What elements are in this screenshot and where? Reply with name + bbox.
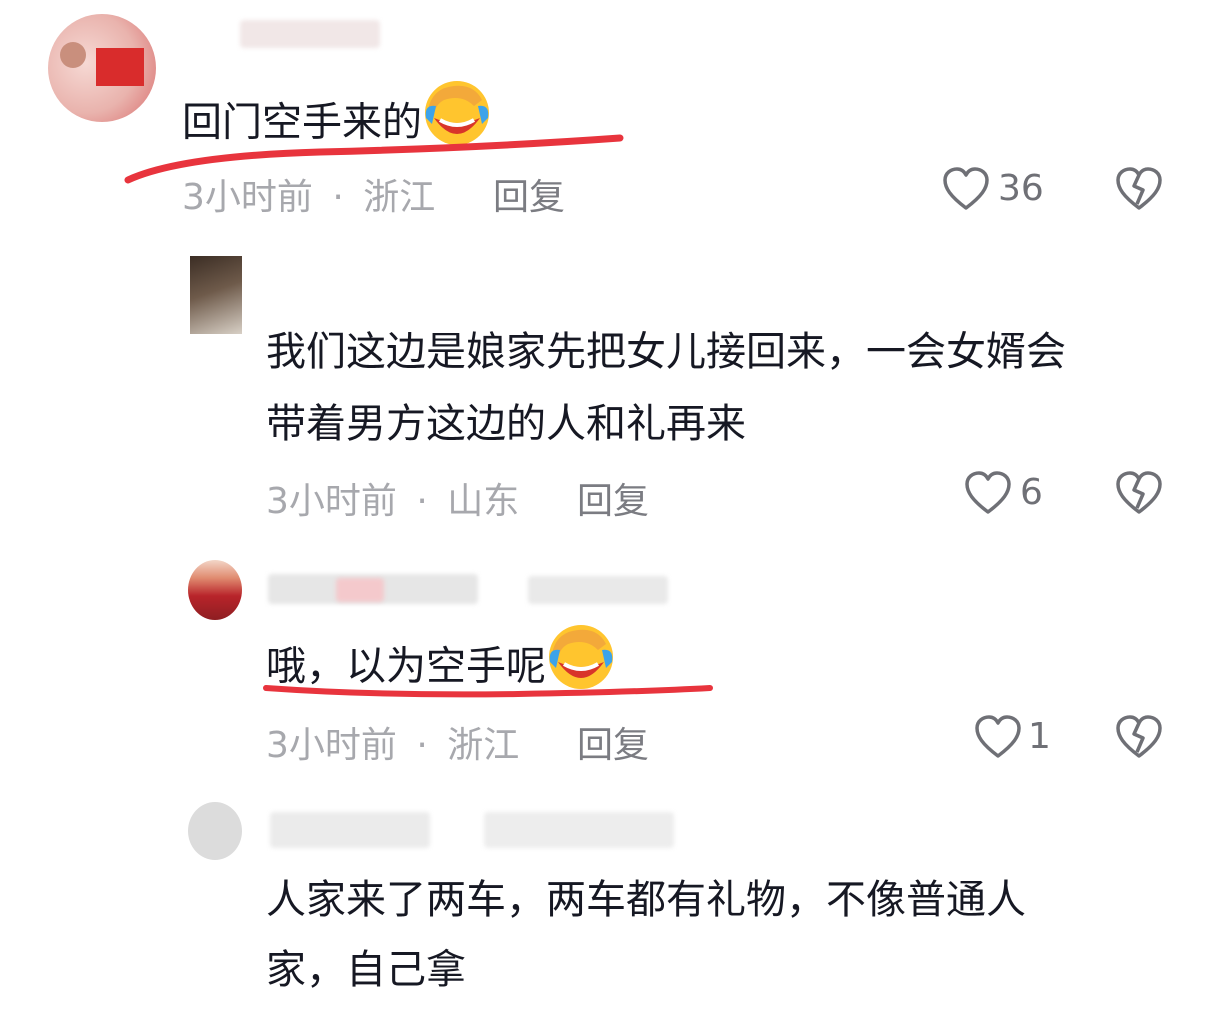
heart-icon [975, 715, 1021, 758]
location: 浙江 [363, 177, 436, 218]
timestamp: 3小时前 [182, 177, 313, 218]
username-blurred[interactable] [336, 578, 384, 602]
comment-text-line-1: 人家来了两车，两车都有礼物，不像普通人 [266, 877, 1026, 923]
heart-icon [965, 471, 1011, 514]
timestamp: 3小时前 [266, 481, 397, 522]
comment-meta: 3小时前 · 浙江 [266, 716, 519, 768]
location: 浙江 [447, 725, 520, 766]
separator: · [416, 481, 428, 522]
heart-icon [943, 167, 989, 210]
separator: · [332, 177, 344, 218]
comment-meta: 3小时前 · 山东 [266, 472, 519, 524]
timestamp: 3小时前 [266, 725, 397, 766]
username-blurred[interactable] [270, 812, 430, 848]
comment-meta: 3小时前 · 浙江 [182, 168, 435, 220]
username-blurred[interactable] [240, 20, 380, 48]
like-count: 1 [1028, 716, 1051, 757]
separator: · [416, 725, 428, 766]
avatar[interactable] [188, 560, 242, 620]
reply-button[interactable]: 回复 [493, 168, 565, 220]
comment-text-line-2: 家，自己拿 [266, 947, 466, 993]
reply-button[interactable]: 回复 [577, 472, 649, 524]
broken-heart-icon [1116, 715, 1162, 758]
reply-target-blurred[interactable] [484, 812, 674, 848]
avatar[interactable] [48, 14, 156, 122]
broken-heart-icon [1116, 471, 1162, 514]
dislike-button[interactable] [1115, 470, 1163, 516]
avatar[interactable] [188, 802, 242, 860]
reply-button[interactable]: 回复 [577, 716, 649, 768]
comment-text-line-2: 带着男方这边的人和礼再来 [266, 401, 746, 447]
broken-heart-icon [1116, 167, 1162, 210]
reply-target-blurred[interactable] [528, 576, 668, 604]
like-button[interactable] [964, 470, 1012, 516]
avatar[interactable] [190, 256, 242, 334]
location: 山东 [447, 481, 520, 522]
like-button[interactable] [942, 166, 990, 212]
like-count: 36 [998, 168, 1044, 209]
dislike-button[interactable] [1115, 166, 1163, 212]
red-underline [263, 685, 713, 698]
like-button[interactable] [974, 714, 1022, 760]
like-count: 6 [1020, 472, 1043, 513]
dislike-button[interactable] [1115, 714, 1163, 760]
comment-text-line-1: 我们这边是娘家先把女儿接回来，一会女婿会 [266, 329, 1066, 375]
